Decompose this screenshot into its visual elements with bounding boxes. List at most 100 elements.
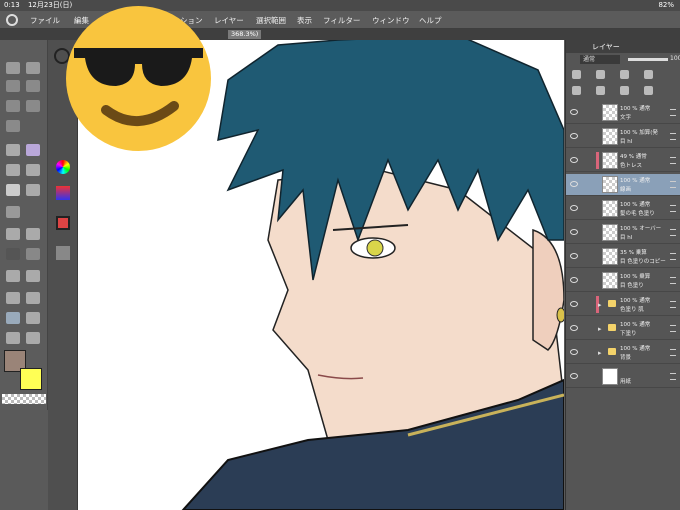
line-tool-icon[interactable] [6,312,20,324]
intermediate-color-icon[interactable] [56,246,70,260]
opacity-slider[interactable] [628,58,668,61]
layer-menu-icon[interactable] [670,253,676,260]
visibility-eye-icon[interactable] [570,157,578,163]
pencil-tool-icon[interactable] [26,144,40,156]
layer-row[interactable]: 100 % オーバー目 hl [566,222,680,244]
clip-layer-icon[interactable] [596,86,605,95]
visibility-eye-icon[interactable] [570,301,578,307]
menu-filter[interactable]: フィルター [323,15,360,26]
layer-menu-icon[interactable] [670,325,676,332]
layer-row[interactable]: ▸ 100 % 通常 下塗り [566,318,680,340]
eraser-tool-icon[interactable] [6,184,20,196]
visibility-eye-icon[interactable] [570,277,578,283]
menu-file[interactable]: ファイル [30,15,60,26]
frame-tool-icon[interactable] [6,292,20,304]
move-tool-icon[interactable] [6,80,20,92]
layer-menu-icon[interactable] [670,133,676,140]
visibility-eye-icon[interactable] [570,253,578,259]
airbrush-tool-icon[interactable] [26,164,40,176]
color-set-icon[interactable] [56,216,70,230]
visibility-eye-icon[interactable] [570,109,578,115]
folder-expand-icon[interactable]: ▸ [598,301,602,309]
decoration-tool-icon[interactable] [6,206,20,218]
folder-expand-icon[interactable]: ▸ [598,325,602,333]
lasso-tool-icon[interactable] [6,100,20,112]
layer-name: 線画 [620,187,632,193]
layer-row[interactable]: 100 % 加算(発目 hl [566,126,680,148]
layer-row[interactable]: ▸ 100 % 通常 色塗り 肌 [566,294,680,316]
canvas-tab[interactable]: 368.3%) [228,30,262,39]
layer-row[interactable]: 用紙 [566,366,680,388]
eyedropper-tool-icon[interactable] [6,120,20,132]
menu-selection[interactable]: 選択範囲 [256,15,286,26]
visibility-eye-icon[interactable] [570,373,578,379]
figure-tool-icon[interactable] [6,270,20,282]
layer-row[interactable]: 35 % 乗算目 色塗りのコピー [566,246,680,268]
correct-line-tool-icon[interactable] [6,332,20,344]
layer-row[interactable]: 49 % 通常 色トレス [566,150,680,172]
menu-help[interactable]: ヘルプ [419,15,442,26]
layer-menu-icon[interactable] [670,229,676,236]
menu-window[interactable]: ウィンドウ [372,15,410,26]
layer-row[interactable]: 100 % 通常 線画 [566,174,680,196]
brush-tool-icon[interactable] [6,164,20,176]
zoom-tool-icon[interactable] [6,62,20,74]
folder-expand-icon[interactable]: ▸ [598,349,602,357]
layer-mode: 100 % 加算(発 [620,130,658,136]
visibility-eye-icon[interactable] [570,229,578,235]
sub-color-swatch[interactable] [20,368,42,390]
reference-layer-icon[interactable] [620,86,629,95]
hand-tool-icon[interactable] [26,62,40,74]
layer-name: 目 hl [620,139,633,145]
layer-menu-icon[interactable] [670,373,676,380]
layer-name: 目 色塗り [620,283,644,289]
color-wheel-icon[interactable] [56,160,70,174]
operation-tool-icon[interactable] [26,80,40,92]
layer-panel: レイヤー 通常 100 100 % 通常 文字 100 % 加算(発目 hl 49 %… [565,40,680,510]
visibility-eye-icon[interactable] [570,349,578,355]
balloon-tail-tool-icon[interactable] [26,332,40,344]
transparent-color-swatch[interactable] [2,394,46,404]
gradient-tool-icon[interactable] [6,248,20,260]
layer-menu-icon[interactable] [670,205,676,212]
balloon-tool-icon[interactable] [26,292,40,304]
layer-row[interactable]: 100 % 乗算目 色塗り [566,270,680,292]
layer-menu-icon[interactable] [670,301,676,308]
menu-layer[interactable]: レイヤー [214,15,244,26]
mask-layer-icon[interactable] [644,86,653,95]
layer-menu-icon[interactable] [670,349,676,356]
app-logo-icon[interactable] [6,14,18,26]
opacity-value: 100 [670,55,680,62]
layer-thumbnail [602,272,618,289]
layer-menu-icon[interactable] [670,277,676,284]
layer-menu-icon[interactable] [670,109,676,116]
fill-reference-icon[interactable] [26,228,40,240]
color-slider-icon[interactable] [56,186,70,200]
layer-mode: 100 % 通常 [620,346,651,352]
layer-row[interactable]: 100 % 通常 文字 [566,102,680,124]
layer-menu-icon[interactable] [670,181,676,188]
lock-layer-icon[interactable] [572,86,581,95]
visibility-eye-icon[interactable] [570,325,578,331]
visibility-eye-icon[interactable] [570,181,578,187]
fill-tool-icon[interactable] [6,228,20,240]
new-folder-icon[interactable] [620,70,629,79]
layer-menu-icon[interactable] [670,157,676,164]
text-tool-icon[interactable] [26,312,40,324]
ruler-tool-icon[interactable] [26,270,40,282]
layer-row[interactable]: 100 % 通常 髪の毛 色塗り [566,198,680,220]
visibility-eye-icon[interactable] [570,133,578,139]
new-vector-layer-icon[interactable] [596,70,605,79]
menu-view[interactable]: 表示 [297,15,312,26]
blend-tool-icon[interactable] [26,184,40,196]
layer-row[interactable]: ▸ 100 % 通常 背景 [566,342,680,364]
pen-tool-icon[interactable] [6,144,20,156]
gradient-map-icon[interactable] [26,248,40,260]
new-raster-layer-icon[interactable] [572,70,581,79]
layer-mode: 100 % 通常 [620,322,651,328]
wand-tool-icon[interactable] [26,100,40,112]
visibility-eye-icon[interactable] [570,205,578,211]
folder-icon [608,348,616,355]
blend-mode-select[interactable]: 通常 [580,55,620,64]
delete-layer-icon[interactable] [644,70,653,79]
